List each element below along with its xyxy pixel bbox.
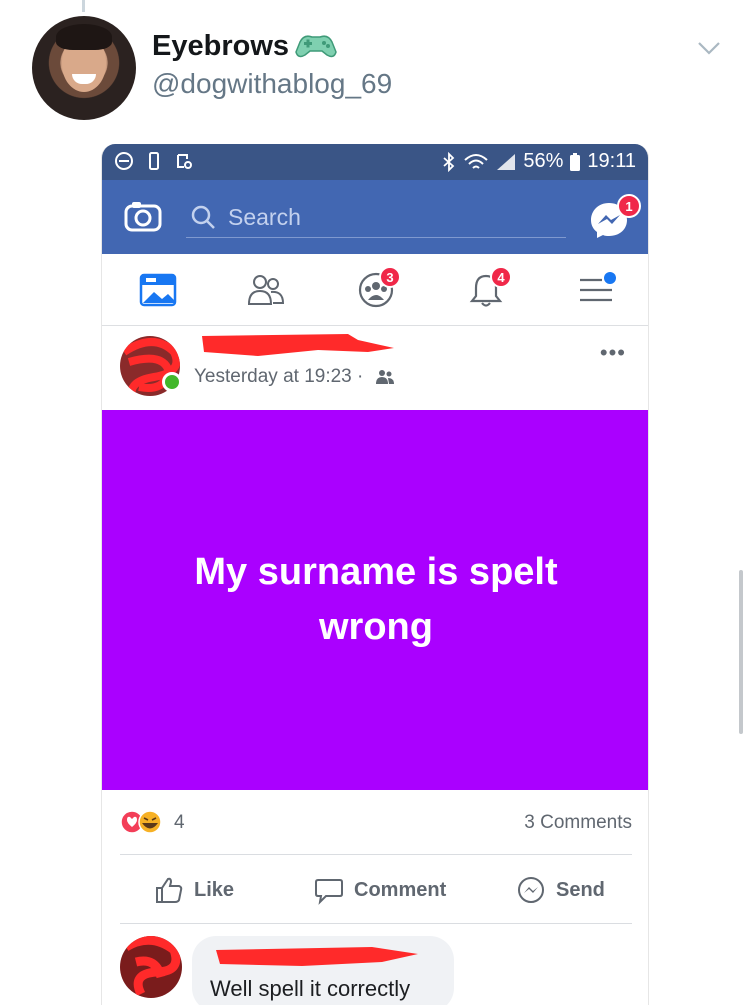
game-controller-icon: [295, 35, 337, 58]
comment-bubble-icon: [315, 879, 343, 905]
news-feed-icon[interactable]: [138, 270, 178, 310]
online-status-dot: [162, 372, 182, 392]
comment-button[interactable]: Comment: [314, 875, 446, 905]
redacted-name: [202, 334, 394, 356]
like-label: Like: [194, 878, 235, 901]
user-handle[interactable]: @dogwithablog_69: [152, 68, 392, 100]
search-placeholder: Search: [228, 204, 301, 230]
thumbs-up-icon: [156, 877, 183, 903]
chevron-down-icon[interactable]: [696, 38, 722, 58]
like-button[interactable]: Like: [154, 875, 234, 905]
comment-text: Well spell it correctly: [210, 976, 411, 1001]
redacted-name: [216, 947, 418, 966]
status-time: 19:11: [587, 150, 636, 172]
messenger-send-icon: [518, 877, 544, 903]
love-haha-reactions-icon: [120, 810, 162, 834]
commenter-avatar[interactable]: [120, 936, 182, 998]
comment-item: Well spell it correctly: [102, 924, 648, 1005]
signal-icon: [497, 153, 516, 170]
facebook-nav-tabs: 3 4: [102, 254, 648, 326]
friends-icon[interactable]: [246, 270, 286, 310]
send-button[interactable]: Send: [516, 875, 605, 905]
send-label: Send: [556, 878, 605, 901]
screenshot-icon: [177, 154, 192, 169]
avatar[interactable]: [32, 16, 136, 120]
post-content: My surname is spelt wrong: [102, 410, 648, 790]
menu-new-dot: [604, 272, 616, 284]
battery-percent: 56%: [523, 150, 564, 172]
post-text: My surname is spelt wrong: [194, 550, 558, 648]
facebook-top-bar: Search 1: [102, 180, 648, 254]
tweet-header: Eyebrows @dogwithablog_69: [0, 0, 750, 130]
camera-icon[interactable]: [124, 200, 162, 232]
notifications-badge: 4: [490, 266, 512, 288]
search-input[interactable]: Search: [186, 196, 566, 238]
wifi-icon: [464, 153, 489, 169]
messenger-badge: 1: [617, 194, 641, 218]
bluetooth-icon: [443, 151, 455, 172]
reactions-summary[interactable]: 4 3 Comments: [102, 790, 648, 854]
comment-bubble[interactable]: Well spell it correctly: [192, 936, 454, 1005]
comment-label: Comment: [354, 878, 447, 901]
avatar-hair: [56, 24, 112, 50]
post-actions: Like Comment Send: [102, 855, 648, 923]
post-more-options[interactable]: •••: [600, 340, 626, 366]
status-bar: 56% 19:11: [102, 144, 648, 180]
search-icon: [191, 205, 215, 229]
comments-count[interactable]: 3 Comments: [524, 812, 632, 834]
groups-badge: 3: [379, 266, 401, 288]
thread-line: [82, 0, 85, 12]
scrollbar[interactable]: [739, 570, 743, 734]
friends-audience-icon: [376, 370, 394, 384]
attached-screenshot[interactable]: 56% 19:11 Search 1 3 4 Yesterday at 19:2…: [101, 144, 649, 1005]
phone-outline-icon: [149, 152, 159, 170]
redaction-scribble: [123, 936, 181, 997]
battery-icon: [570, 152, 581, 171]
display-name[interactable]: Eyebrows: [152, 30, 289, 63]
do-not-disturb-icon: [115, 152, 133, 170]
post-header: Yesterday at 19:23 · •••: [102, 326, 648, 410]
reaction-count: 4: [174, 812, 185, 833]
post-timestamp[interactable]: Yesterday at 19:23 ·: [194, 366, 363, 388]
